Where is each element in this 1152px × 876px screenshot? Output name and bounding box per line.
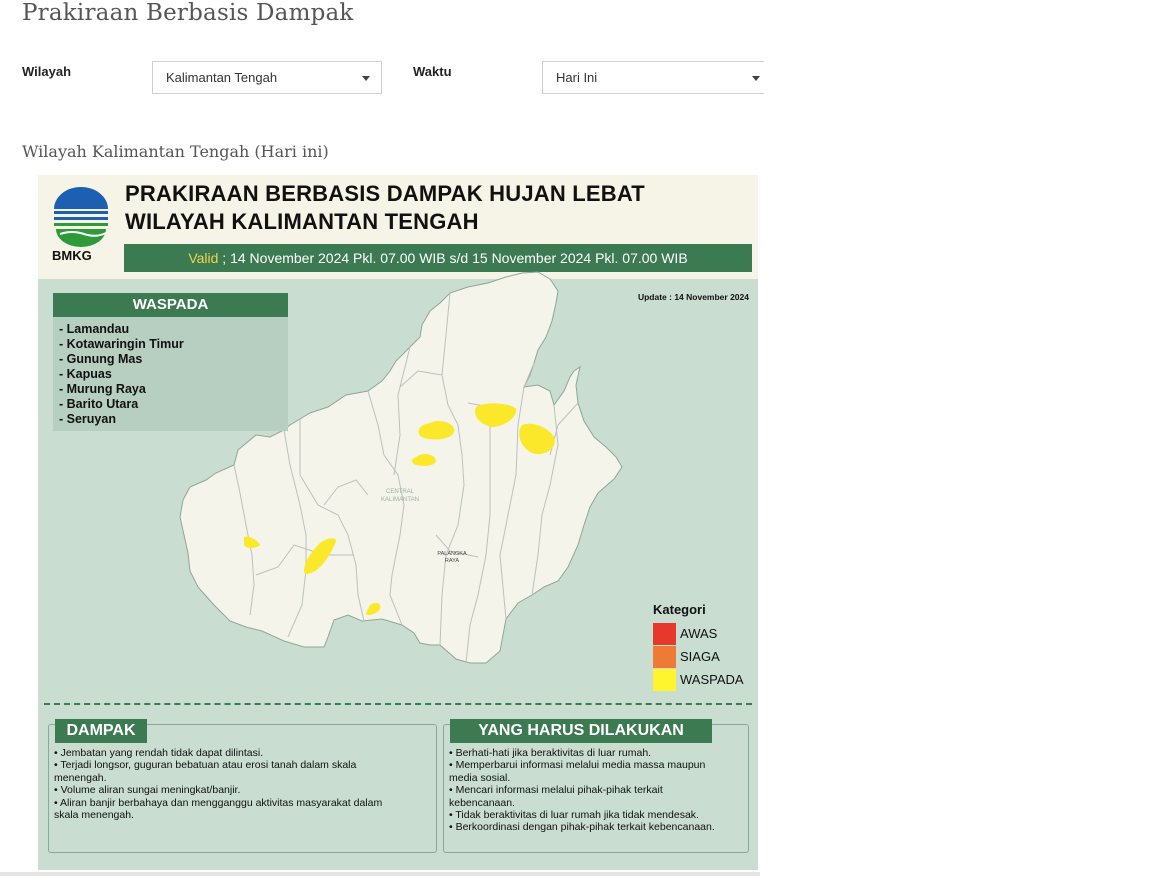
wilayah-label: Wilayah (22, 64, 72, 79)
map-label-province-1: CENTRAL (386, 489, 415, 495)
dampak-line: • Terjadi longsor, guguran bebatuan atau… (54, 759, 357, 772)
legend-swatch-siaga (653, 646, 676, 668)
chevron-down-icon (752, 76, 760, 81)
waktu-select[interactable]: Hari Ini (542, 61, 764, 94)
wilayah-select-value: Kalimantan Tengah (166, 70, 278, 85)
update-date: Update : 14 November 2024 (637, 292, 749, 302)
dampak-line: menengah. (54, 771, 107, 784)
impact-forecast-infographic: BMKG PRAKIRAAN BERBASIS DAMPAK HUJAN LEB… (38, 175, 758, 870)
legend-label-siaga: SIAGA (680, 649, 720, 664)
waktu-select-value: Hari Ini (556, 70, 598, 85)
section-subtitle: Wilayah Kalimantan Tengah (Hari ini) (22, 142, 329, 161)
dampak-line: • Jembatan yang rendah tidak dapat dilin… (54, 747, 264, 759)
chevron-down-icon (362, 76, 370, 81)
legend-label-waspada: WASPADA (680, 672, 744, 687)
waspada-region-item: - Gunung Mas (59, 352, 143, 366)
yang-harus-line: • Berkoordinasi dengan pihak-pihak terka… (449, 821, 715, 834)
waspada-region-box: - Lamandau - Kotawaringin Timur - Gunung… (53, 317, 288, 431)
waspada-region-item: - Barito Utara (59, 397, 139, 411)
map-label-city-2: RAYA (445, 558, 459, 564)
waktu-label: Waktu (413, 64, 452, 79)
yang-harus-dilakukan-heading: YANG HARUS DILAKUKAN (450, 719, 712, 743)
legend-title: Kategori (653, 602, 706, 617)
dampak-line: • Volume aliran sungai meningkat/banjir. (54, 784, 241, 797)
province-map: CENTRAL KALIMANTAN PALANGKA RAYA (179, 271, 623, 664)
legend-label-awas: AWAS (680, 626, 718, 641)
horizontal-scrollbar[interactable] (0, 872, 760, 876)
map-label-province-2: KALIMANTAN (381, 497, 419, 503)
waspada-region-item: - Murung Raya (59, 382, 146, 396)
waspada-region-item: - Seruyan (59, 412, 116, 426)
dampak-line: • Aliran banjir berbahaya dan mengganggu… (54, 796, 383, 809)
dampak-heading: DAMPAK (55, 719, 147, 743)
page-title: Prakiraan Berbasis Dampak (22, 0, 354, 26)
map-label-city-1: PALANGKA (437, 551, 467, 557)
yang-harus-line: kebencanaan. (449, 796, 515, 809)
yang-harus-line: • Memperbarui informasi melalui media ma… (449, 759, 706, 772)
legend-swatch-waspada (653, 669, 676, 691)
yang-harus-line: • Tidak beraktivitas di luar rumah jika … (449, 809, 699, 822)
yang-harus-line: • Mencari informasi melalui pihak-pihak … (449, 784, 663, 797)
waspada-region-item: - Kotawaringin Timur (59, 337, 184, 351)
yang-harus-line: media sosial. (449, 771, 511, 784)
dampak-line: skala menengah. (54, 809, 134, 822)
wilayah-select[interactable]: Kalimantan Tengah (152, 61, 382, 94)
waspada-heading: WASPADA (53, 293, 288, 317)
section-divider (44, 703, 752, 705)
waspada-region-item: - Lamandau (59, 322, 130, 336)
yang-harus-dilakukan-panel: YANG HARUS DILAKUKAN • Berhati-hati jika… (443, 719, 749, 853)
waspada-region-item: - Kapuas (59, 367, 112, 381)
legend-swatch-awas (653, 623, 676, 645)
yang-harus-line: • Berhati-hati jika beraktivitas di luar… (449, 747, 652, 759)
dampak-panel: DAMPAK • Jembatan yang rendah tidak dapa… (48, 719, 437, 853)
